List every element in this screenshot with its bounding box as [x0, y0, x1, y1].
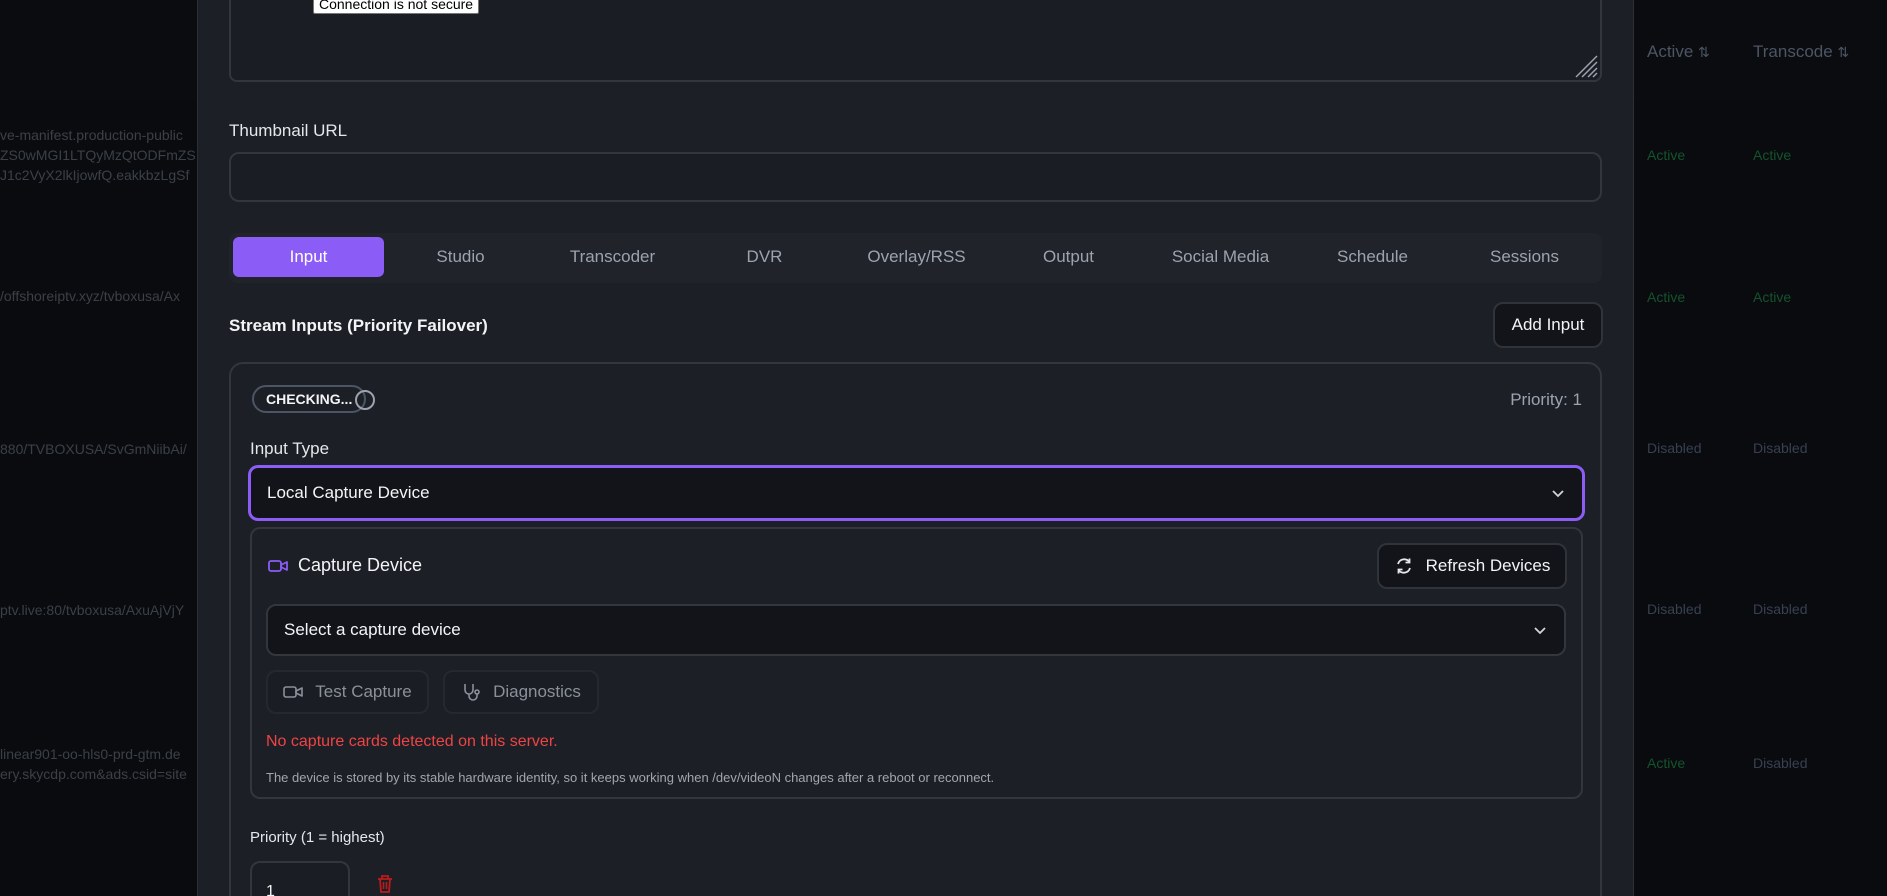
row-url: linear901-oo-hls0-prd-gtm.de ery.skycdp.…	[0, 746, 187, 782]
trash-icon[interactable]	[376, 874, 394, 894]
row-active-status: Disabled	[1647, 440, 1702, 456]
diagnostics-button[interactable]: Diagnostics	[443, 670, 599, 714]
tab-dvr[interactable]: DVR	[689, 237, 840, 277]
capture-device-title: Capture Device	[268, 555, 422, 576]
modal-tabs: Input Studio Transcoder DVR Overlay/RSS …	[229, 233, 1602, 283]
tab-social-media[interactable]: Social Media	[1145, 237, 1296, 277]
add-input-button[interactable]: Add Input	[1493, 302, 1603, 348]
tab-input[interactable]: Input	[233, 237, 384, 277]
thumbnail-url-input[interactable]	[229, 152, 1602, 202]
resize-handle-icon[interactable]	[1572, 52, 1598, 78]
status-indicator-icon	[355, 390, 375, 410]
input-type-label: Input Type	[250, 439, 330, 458]
input-type-value: Local Capture Device	[267, 483, 430, 502]
priority-input[interactable]: 1	[250, 861, 350, 896]
capture-device-note: The device is stored by its stable hardw…	[266, 770, 995, 785]
stream-inputs-title: Stream Inputs (Priority Failover)	[229, 316, 488, 335]
row-url: /offshoreiptv.xyz/tvboxusa/Ax	[0, 288, 181, 304]
row-url: ptv.live:80/tvboxusa/AxuAjVjY	[0, 602, 185, 618]
tab-transcoder[interactable]: Transcoder	[537, 237, 688, 277]
connection-tooltip: Connection is not secure	[313, 0, 480, 14]
capture-device-select[interactable]: Select a capture device	[266, 604, 1566, 656]
test-capture-button[interactable]: Test Capture	[266, 670, 429, 714]
video-camera-icon	[268, 559, 288, 572]
refresh-icon	[1396, 558, 1411, 574]
row-transcode-status: Active	[1753, 147, 1792, 163]
video-camera-icon	[283, 686, 304, 698]
row-transcode-status: Active	[1753, 289, 1792, 305]
status-badge: CHECKING...	[252, 385, 367, 413]
row-url: ve-manifest.production-public ZS0wMGI1LT…	[0, 127, 196, 183]
column-header-transcode[interactable]: Transcode ⇅	[1753, 42, 1849, 62]
row-active-status: Active	[1647, 289, 1686, 305]
tab-schedule[interactable]: Schedule	[1297, 237, 1448, 277]
input-type-select[interactable]: Local Capture Device	[248, 465, 1585, 521]
priority-display: Priority: 1	[1510, 390, 1582, 409]
refresh-devices-button[interactable]: Refresh Devices	[1377, 543, 1567, 589]
capture-device-value: Select a capture device	[284, 620, 461, 639]
tab-output[interactable]: Output	[993, 237, 1144, 277]
row-active-status: Active	[1647, 147, 1686, 163]
thumbnail-url-label: Thumbnail URL	[229, 121, 348, 140]
row-transcode-status: Disabled	[1753, 440, 1808, 456]
capture-device-panel: Capture Device Refresh Devices Select a …	[250, 527, 1583, 799]
row-transcode-status: Disabled	[1753, 755, 1808, 771]
edit-stream-modal: Connection is not secure Thumbnail URL I…	[197, 0, 1634, 896]
input-card: CHECKING... Priority: 1 Input Type Local…	[229, 362, 1602, 896]
tab-sessions[interactable]: Sessions	[1449, 237, 1600, 277]
row-url: 880/TVBOXUSA/SvGmNiibAi/	[0, 441, 187, 457]
column-header-active[interactable]: Active ⇅	[1647, 42, 1710, 62]
stethoscope-icon	[464, 684, 480, 701]
tab-overlay-rss[interactable]: Overlay/RSS	[841, 237, 992, 277]
row-transcode-status: Disabled	[1753, 601, 1808, 617]
chevron-down-icon	[1534, 627, 1546, 635]
priority-label: Priority (1 = highest)	[250, 829, 385, 846]
row-active-status: Active	[1647, 755, 1686, 771]
chevron-down-icon	[1552, 490, 1564, 498]
no-capture-cards-error: No capture cards detected on this server…	[266, 733, 558, 750]
tab-studio[interactable]: Studio	[385, 237, 536, 277]
row-active-status: Disabled	[1647, 601, 1702, 617]
